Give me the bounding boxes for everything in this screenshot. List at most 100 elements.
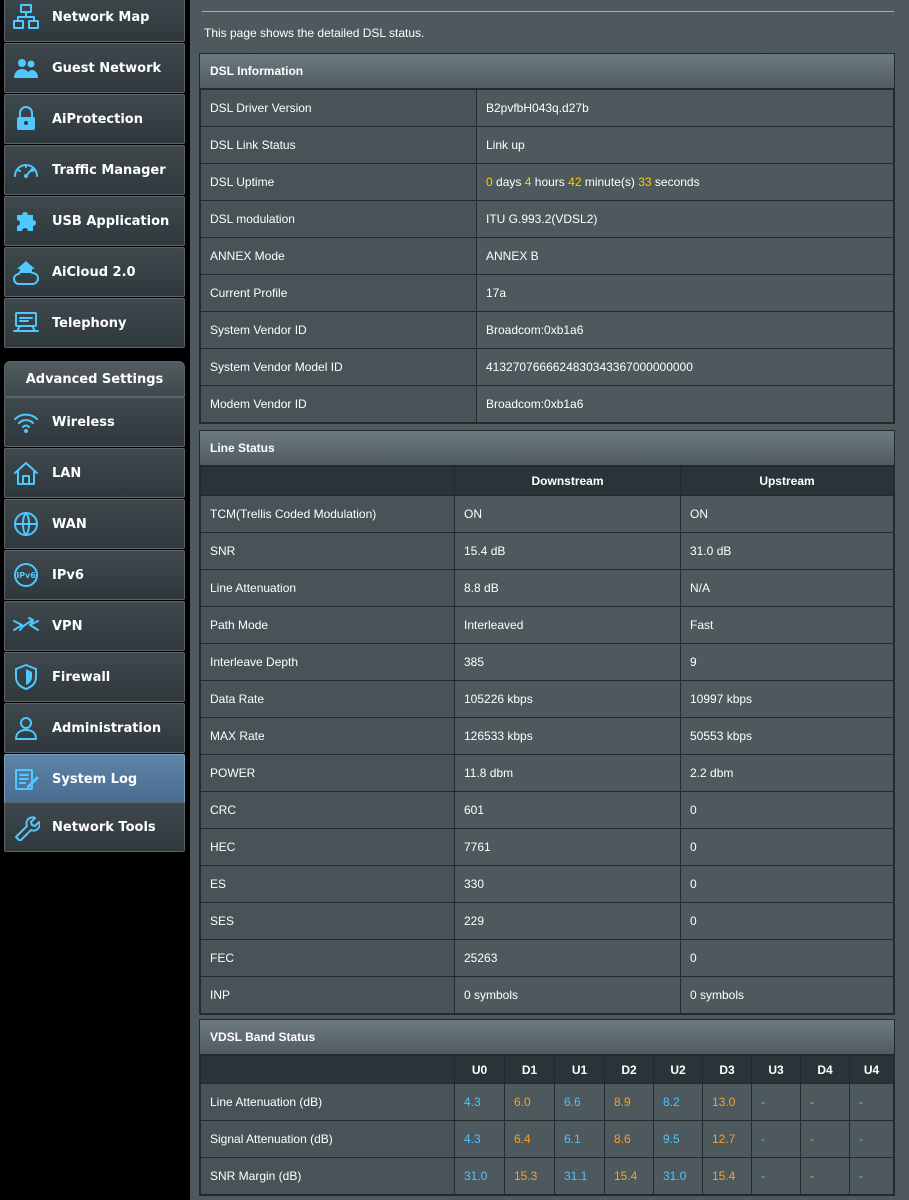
row-label: DSL Link Status — [200, 126, 477, 164]
sidebar-item-telephony[interactable]: Telephony — [4, 298, 185, 348]
downstream-value: 8.8 dB — [454, 569, 681, 607]
lock-icon — [11, 104, 41, 134]
table-row: SES 229 0 — [200, 902, 894, 940]
band-value: - — [849, 1157, 894, 1195]
table-row: Interleave Depth 385 9 — [200, 643, 894, 681]
sidebar-item-label: AiProtection — [52, 111, 143, 127]
sidebar-item-administration[interactable]: Administration — [4, 703, 185, 753]
row-label: HEC — [200, 828, 455, 866]
row-label: System Vendor Model ID — [200, 348, 477, 386]
divider — [202, 11, 894, 12]
sidebar-item-vpn[interactable]: VPN — [4, 601, 185, 651]
band-value: - — [800, 1083, 850, 1121]
downstream-value: 385 — [454, 643, 681, 681]
downstream-value: 601 — [454, 791, 681, 829]
row-label: Data Rate — [200, 680, 455, 718]
downstream-value: 7761 — [454, 828, 681, 866]
table-row: DSL Uptime 0 days 4 hours 42 minute(s) 33… — [200, 163, 894, 201]
sidebar-item-wireless[interactable]: Wireless — [4, 397, 185, 447]
row-value: Broadcom:0xb1a6 — [476, 311, 894, 349]
sidebar-item-label: AiCloud 2.0 — [52, 264, 136, 280]
band-value: - — [849, 1083, 894, 1121]
line-status-section: Line Status Downstream Upstream TCM(Trel… — [199, 430, 895, 1015]
dsl-information-table: DSL Driver Version B2pvfbH043q.d27b DSL Li… — [200, 89, 894, 423]
band-value: 8.9 — [604, 1083, 654, 1121]
uptime-days-unit: days — [496, 175, 522, 189]
row-label: Current Profile — [200, 274, 477, 312]
telephony-icon — [11, 308, 41, 338]
table-row: DSL Link Status Link up — [200, 126, 894, 164]
band-value: 15.4 — [702, 1157, 752, 1195]
upstream-value: Fast — [680, 606, 894, 644]
band-header-d2: D2 — [604, 1055, 654, 1084]
band-header-d3: D3 — [702, 1055, 752, 1084]
band-value: 12.7 — [702, 1120, 752, 1158]
sidebar-item-network-tools[interactable]: Network Tools — [4, 802, 185, 852]
sidebar-item-firewall[interactable]: Firewall — [4, 652, 185, 702]
upstream-value: 0 — [680, 902, 894, 940]
table-row: FEC 25263 0 — [200, 939, 894, 977]
band-value: - — [800, 1157, 850, 1195]
sidebar-item-lan[interactable]: LAN — [4, 448, 185, 498]
band-value: 8.6 — [604, 1120, 654, 1158]
band-value: 4.3 — [454, 1120, 505, 1158]
upstream-value: ON — [680, 495, 894, 533]
downstream-value: 105226 kbps — [454, 680, 681, 718]
row-label: Line Attenuation (dB) — [200, 1083, 455, 1121]
main-panel: This page shows the detailed DSL status.… — [190, 0, 909, 1200]
band-value: - — [751, 1083, 801, 1121]
row-label: SES — [200, 902, 455, 940]
sidebar-item-label: LAN — [52, 465, 82, 481]
downstream-value: Interleaved — [454, 606, 681, 644]
table-row: ANNEX Mode ANNEX B — [200, 237, 894, 275]
row-label: ES — [200, 865, 455, 903]
home-icon — [11, 458, 41, 488]
uptime-hours-unit: hours — [534, 175, 565, 189]
table-row: Line Attenuation 8.8 dB N/A — [200, 569, 894, 607]
guest-network-icon — [11, 53, 41, 83]
user-icon — [11, 713, 41, 743]
sidebar-item-usb-application[interactable]: USB Application — [4, 196, 185, 246]
table-row: HEC 7761 0 — [200, 828, 894, 866]
downstream-value: 15.4 dB — [454, 532, 681, 570]
sidebar-item-wan[interactable]: WAN — [4, 499, 185, 549]
uptime-hours: 4 — [524, 175, 532, 189]
advanced-settings-header: Advanced Settings — [4, 361, 185, 397]
row-value: ANNEX B — [476, 237, 894, 275]
table-row: Modem Vendor ID Broadcom:0xb1a6 — [200, 385, 894, 423]
band-value: 31.0 — [653, 1157, 703, 1195]
sidebar-item-system-log[interactable]: System Log — [4, 754, 185, 804]
row-label: Line Attenuation — [200, 569, 455, 607]
table-row: POWER 11.8 dbm 2.2 dbm — [200, 754, 894, 792]
sidebar-item-aicloud-2-0[interactable]: AiCloud 2.0 — [4, 247, 185, 297]
sidebar-item-guest-network[interactable]: Guest Network — [4, 43, 185, 93]
table-row: Line Attenuation (dB) 4.3 6.0 6.6 8.9 8.2 13.0… — [200, 1083, 894, 1121]
row-label: POWER — [200, 754, 455, 792]
upstream-value: 0 — [680, 828, 894, 866]
sidebar-item-traffic-manager[interactable]: Traffic Manager — [4, 145, 185, 195]
band-header-d1: D1 — [504, 1055, 555, 1084]
band-value: - — [800, 1120, 850, 1158]
row-value: Link up — [476, 126, 894, 164]
row-label: Interleave Depth — [200, 643, 455, 681]
band-value: 15.3 — [504, 1157, 555, 1195]
downstream-value: 25263 — [454, 939, 681, 977]
sidebar-item-ipv6[interactable]: IPv6 IPv6 — [4, 550, 185, 600]
band-value: 31.1 — [554, 1157, 605, 1195]
row-label: SNR Margin (dB) — [200, 1157, 455, 1195]
table-row: Data Rate 105226 kbps 10997 kbps — [200, 680, 894, 718]
row-label: MAX Rate — [200, 717, 455, 755]
row-label: TCM(Trellis Coded Modulation) — [200, 495, 455, 533]
row-label: INP — [200, 976, 455, 1014]
row-label: System Vendor ID — [200, 311, 477, 349]
sidebar-item-network-map[interactable]: Network Map — [4, 0, 185, 42]
svg-text:IPv6: IPv6 — [16, 571, 36, 580]
table-row: Path Mode Interleaved Fast — [200, 606, 894, 644]
table-row: SNR 15.4 dB 31.0 dB — [200, 532, 894, 570]
band-value: - — [751, 1120, 801, 1158]
uptime-minutes: 42 — [568, 175, 582, 189]
sidebar-item-aiprotection[interactable]: AiProtection — [4, 94, 185, 144]
tools-icon — [11, 812, 41, 842]
band-header-u3: U3 — [751, 1055, 801, 1084]
table-row: Current Profile 17a — [200, 274, 894, 312]
